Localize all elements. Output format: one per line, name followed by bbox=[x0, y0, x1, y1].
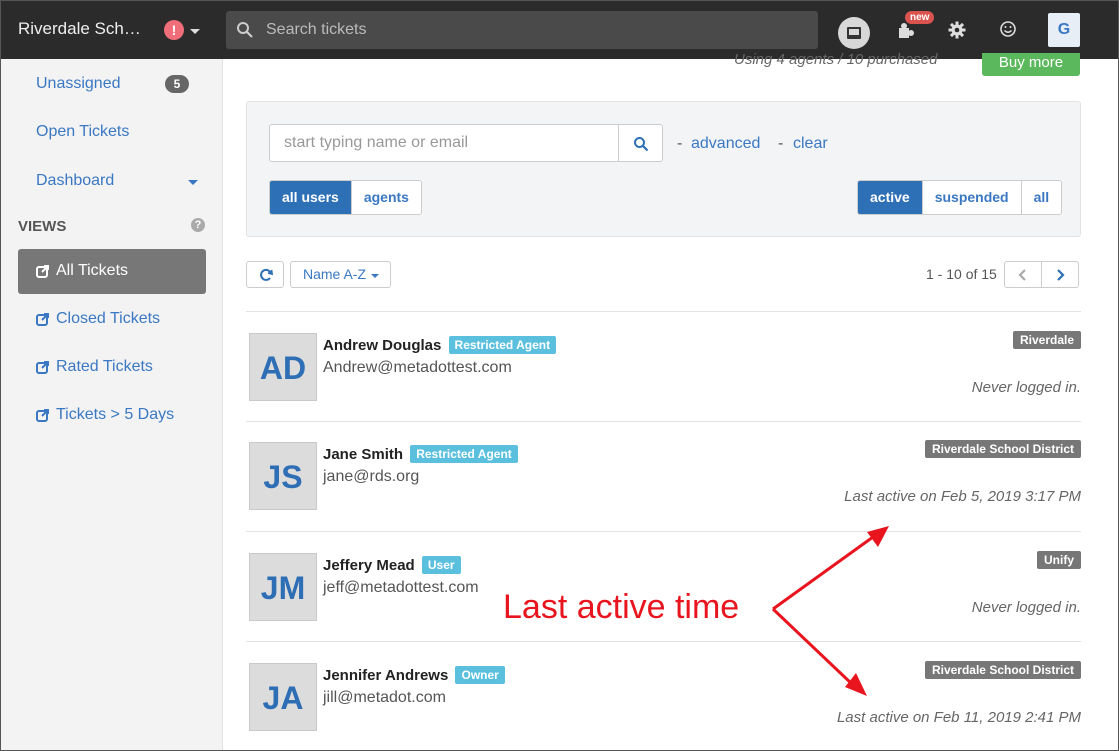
views-heading: VIEWS bbox=[18, 218, 67, 235]
all-users-button[interactable]: all users bbox=[270, 181, 352, 214]
last-active-text: Last active on Feb 11, 2019 2:41 PM bbox=[836, 709, 1081, 726]
user-name[interactable]: Jeffery Mead User bbox=[323, 556, 461, 574]
help-icon[interactable]: ? bbox=[191, 218, 205, 232]
user-name[interactable]: Andrew Douglas Restricted Agent bbox=[323, 336, 557, 354]
divider bbox=[246, 641, 1081, 642]
user-email: jill@metadot.com bbox=[323, 689, 446, 706]
chevron-down-icon[interactable] bbox=[188, 180, 198, 185]
sidebar-item-all-tickets[interactable]: All Tickets bbox=[36, 262, 128, 280]
alert-icon[interactable]: ! bbox=[164, 20, 184, 40]
last-active-text: Never logged in. bbox=[971, 599, 1081, 616]
active-status-button[interactable]: active bbox=[858, 181, 923, 214]
previous-page-button[interactable] bbox=[1004, 261, 1042, 288]
refresh-icon bbox=[260, 268, 273, 281]
buy-more-button[interactable]: Buy more bbox=[982, 53, 1080, 76]
chevron-down-icon bbox=[371, 274, 379, 278]
chevron-left-icon bbox=[1018, 269, 1026, 281]
external-link-icon bbox=[36, 409, 49, 422]
organization-badge: Riverdale bbox=[1012, 331, 1081, 349]
account-name[interactable]: Riverdale Sch… bbox=[18, 19, 141, 39]
next-page-button[interactable] bbox=[1041, 261, 1079, 288]
sidebar-item-label: All Tickets bbox=[56, 262, 129, 279]
user-name-text: Andrew Douglas bbox=[323, 337, 442, 354]
role-badge: User bbox=[421, 556, 461, 574]
user-type-toggle: all users agents bbox=[269, 180, 422, 215]
user-row[interactable]: JS Jane Smith Restricted Agent jane@rds.… bbox=[246, 440, 1081, 542]
user-name-text: Jennifer Andrews bbox=[323, 667, 449, 684]
external-link-icon bbox=[36, 265, 49, 278]
sidebar: Unassigned 5 Open Tickets Dashboard VIEW… bbox=[1, 59, 223, 750]
sidebar-item-tickets-over-5-days[interactable]: Tickets > 5 Days bbox=[36, 406, 174, 424]
new-badge: new bbox=[905, 11, 935, 24]
user-email: Andrew@metadottest.com bbox=[323, 359, 512, 376]
sidebar-item-label: Closed Tickets bbox=[56, 310, 161, 327]
sidebar-item-label: Rated Tickets bbox=[56, 358, 153, 375]
divider bbox=[246, 531, 1081, 532]
sidebar-item-unassigned[interactable]: Unassigned bbox=[36, 75, 121, 93]
user-avatar[interactable]: G bbox=[1048, 13, 1080, 47]
last-active-text: Never logged in. bbox=[971, 379, 1081, 396]
user-name-text: Jeffery Mead bbox=[323, 557, 415, 574]
refresh-button[interactable] bbox=[246, 261, 284, 288]
annotation-label: Last active time bbox=[503, 588, 740, 626]
divider bbox=[246, 421, 1081, 422]
suspended-status-button[interactable]: suspended bbox=[923, 181, 1022, 214]
external-link-icon bbox=[36, 313, 49, 326]
role-badge: Restricted Agent bbox=[448, 336, 557, 354]
search-icon bbox=[634, 137, 649, 152]
user-name[interactable]: Jane Smith Restricted Agent bbox=[323, 445, 518, 463]
search-input[interactable] bbox=[266, 11, 806, 49]
user-avatar: JM bbox=[249, 553, 317, 621]
unassigned-count-badge: 5 bbox=[165, 75, 189, 93]
agents-button[interactable]: agents bbox=[352, 181, 421, 214]
chevron-down-icon[interactable] bbox=[190, 29, 200, 34]
organization-badge: Unify bbox=[1037, 551, 1081, 569]
smile-icon[interactable] bbox=[998, 19, 1018, 39]
sidebar-item-label: Tickets > 5 Days bbox=[56, 406, 175, 423]
user-avatar: AD bbox=[249, 333, 317, 401]
user-row[interactable]: JA Jennifer Andrews Owner jill@metadot.c… bbox=[246, 661, 1081, 750]
organization-badge: Riverdale School District bbox=[924, 661, 1081, 679]
book-icon[interactable] bbox=[838, 17, 870, 49]
user-email: jane@rds.org bbox=[323, 468, 420, 485]
user-name-text: Jane Smith bbox=[323, 446, 404, 463]
search-button[interactable] bbox=[618, 124, 663, 162]
chevron-right-icon bbox=[1057, 269, 1065, 281]
external-link-icon bbox=[36, 361, 49, 374]
user-avatar: JS bbox=[249, 442, 317, 510]
all-status-button[interactable]: all bbox=[1022, 181, 1062, 214]
role-badge: Owner bbox=[455, 666, 505, 684]
ticket-search bbox=[226, 11, 818, 49]
top-navbar: Riverdale Sch… ! new bbox=[1, 1, 1118, 59]
advanced-search-link[interactable]: advanced bbox=[691, 135, 760, 153]
user-name[interactable]: Jennifer Andrews Owner bbox=[323, 666, 505, 684]
name-email-search-input[interactable] bbox=[269, 124, 619, 162]
divider bbox=[246, 311, 1081, 312]
separator-dash: - bbox=[677, 135, 683, 152]
sidebar-item-dashboard[interactable]: Dashboard bbox=[36, 172, 114, 190]
search-icon bbox=[237, 22, 253, 38]
main-content: Using 4 agents / 10 purchased Buy more -… bbox=[224, 51, 1118, 750]
user-avatar: JA bbox=[249, 663, 317, 731]
organization-badge: Riverdale School District bbox=[924, 440, 1081, 458]
user-row[interactable]: AD Andrew Douglas Restricted Agent Andre… bbox=[246, 331, 1081, 433]
user-email: jeff@metadottest.com bbox=[323, 579, 479, 596]
sidebar-item-closed-tickets[interactable]: Closed Tickets bbox=[36, 310, 160, 328]
agent-usage-text: Using 4 agents / 10 purchased bbox=[734, 51, 938, 68]
app-window: Riverdale Sch… ! new bbox=[0, 0, 1119, 751]
last-active-text: Last active on Feb 5, 2019 3:17 PM bbox=[844, 488, 1081, 505]
sidebar-item-open-tickets[interactable]: Open Tickets bbox=[36, 123, 129, 141]
separator-dash: - bbox=[778, 135, 784, 152]
pagination-text: 1 - 10 of 15 bbox=[926, 266, 997, 282]
gear-icon[interactable] bbox=[948, 21, 966, 39]
sort-label: Name A-Z bbox=[303, 266, 367, 282]
status-toggle: active suspended all bbox=[857, 180, 1063, 215]
role-badge: Restricted Agent bbox=[410, 445, 518, 463]
sidebar-item-rated-tickets[interactable]: Rated Tickets bbox=[36, 358, 153, 376]
user-filter-panel: - advanced - clear all users agents acti… bbox=[246, 101, 1081, 237]
sort-dropdown[interactable]: Name A-Z bbox=[290, 261, 391, 288]
clear-filter-link[interactable]: clear bbox=[793, 135, 828, 153]
